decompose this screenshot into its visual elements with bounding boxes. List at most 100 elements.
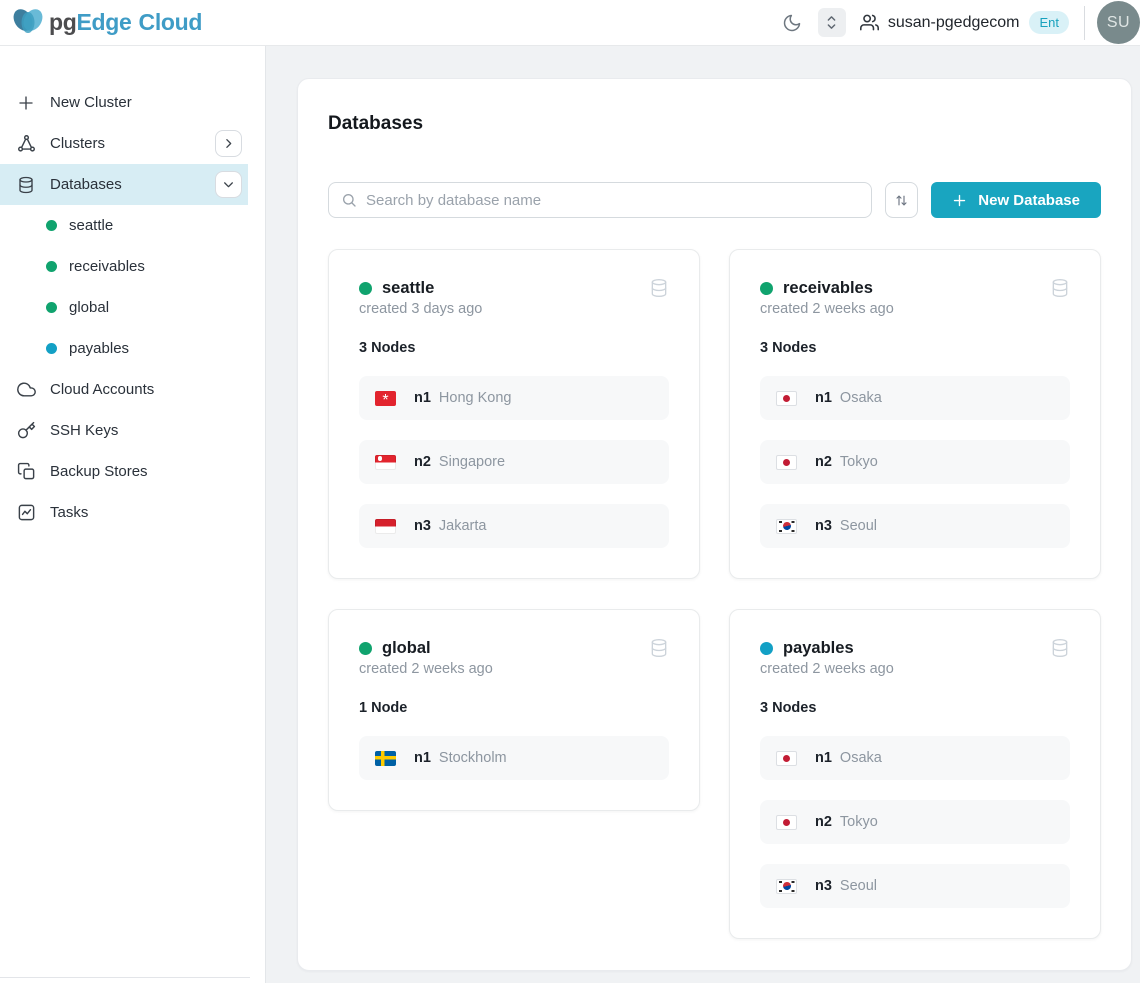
new-database-label: New Database	[978, 192, 1080, 209]
cluster-nodes-icon	[16, 134, 36, 153]
node-id: n2	[414, 454, 431, 470]
node-row[interactable]: n1 Osaka	[760, 376, 1070, 420]
database-card-receivables[interactable]: receivables created 2 weeks ago 3 Nodes …	[729, 249, 1101, 579]
sidebar-item-cloud-accounts[interactable]: Cloud Accounts	[0, 369, 248, 410]
node-row[interactable]: n3 Jakarta	[359, 504, 669, 548]
sort-button[interactable]	[885, 182, 918, 218]
status-dot	[46, 343, 57, 354]
header-controls: susan-pgedgecom Ent SU	[778, 1, 1140, 44]
sidebar-item-label: receivables	[69, 258, 145, 275]
created-label: created 2 weeks ago	[760, 661, 1070, 677]
page-title: Databases	[328, 113, 1101, 135]
sidebar-item-clusters[interactable]: Clusters	[0, 123, 248, 164]
new-database-button[interactable]: New Database	[931, 182, 1101, 218]
activity-icon	[16, 503, 36, 522]
search-icon	[341, 192, 357, 208]
status-dot	[359, 282, 372, 295]
sidebar-item-new-cluster[interactable]: New Cluster	[0, 82, 248, 123]
logo-text: pgEdgeCloud	[49, 9, 202, 36]
top-bar: pgEdgeCloud susan-pgedgecom Ent SU	[0, 0, 1140, 46]
node-row[interactable]: n2 Singapore	[359, 440, 669, 484]
node-city: Osaka	[840, 750, 882, 766]
flag-icon	[776, 519, 797, 534]
sidebar-item-ssh-keys[interactable]: SSH Keys	[0, 410, 248, 451]
database-card-global[interactable]: global created 2 weeks ago 1 Node n1 Sto…	[328, 609, 700, 811]
sidebar-item-backup-stores[interactable]: Backup Stores	[0, 451, 248, 492]
databases-collapse-button[interactable]	[215, 171, 242, 198]
node-city: Stockholm	[439, 750, 507, 766]
sidebar-item-label: Backup Stores	[50, 463, 148, 480]
node-city: Jakarta	[439, 518, 487, 534]
plus-icon	[16, 94, 36, 112]
clusters-expand-button[interactable]	[215, 130, 242, 157]
node-city: Seoul	[840, 518, 877, 534]
search-input[interactable]	[366, 192, 859, 209]
sidebar-item-db-payables[interactable]: payables	[0, 328, 265, 369]
dark-mode-toggle[interactable]	[778, 9, 806, 37]
copy-icon	[16, 462, 36, 481]
flag-icon	[776, 815, 797, 830]
avatar[interactable]: SU	[1097, 1, 1140, 44]
key-icon	[16, 421, 36, 440]
database-icon	[649, 638, 669, 658]
flag-icon	[776, 751, 797, 766]
node-row[interactable]: n1 Hong Kong	[359, 376, 669, 420]
node-id: n3	[815, 518, 832, 534]
pgedge-logo[interactable]: pgEdgeCloud	[10, 6, 202, 40]
sidebar-item-label: payables	[69, 340, 129, 357]
moon-icon	[782, 13, 802, 33]
sidebar-item-label: New Cluster	[50, 94, 132, 111]
database-name: seattle	[382, 279, 434, 298]
node-id: n3	[815, 878, 832, 894]
flag-icon	[375, 455, 396, 470]
database-icon	[1050, 638, 1070, 658]
node-id: n2	[815, 814, 832, 830]
node-id: n1	[414, 390, 431, 406]
nodes-count-label: 3 Nodes	[760, 340, 1070, 356]
node-row[interactable]: n3 Seoul	[760, 504, 1070, 548]
nodes-count-label: 1 Node	[359, 700, 669, 716]
created-label: created 2 weeks ago	[760, 301, 1070, 317]
databases-panel: Databases New Databas	[297, 78, 1132, 971]
header-divider	[1084, 6, 1085, 40]
database-cards-grid: seattle created 3 days ago 3 Nodes n1 Ho…	[328, 249, 1101, 939]
node-row[interactable]: n3 Seoul	[760, 864, 1070, 908]
pgedge-heart-icon	[10, 6, 46, 40]
node-id: n3	[414, 518, 431, 534]
node-id: n1	[815, 390, 832, 406]
sidebar-item-label: SSH Keys	[50, 422, 118, 439]
database-card-seattle[interactable]: seattle created 3 days ago 3 Nodes n1 Ho…	[328, 249, 700, 579]
node-row[interactable]: n2 Tokyo	[760, 800, 1070, 844]
org-switcher-button[interactable]	[818, 8, 846, 37]
node-row[interactable]: n2 Tokyo	[760, 440, 1070, 484]
cloud-icon	[16, 380, 36, 399]
sidebar-item-label: Cloud Accounts	[50, 381, 154, 398]
node-city: Tokyo	[840, 454, 878, 470]
created-label: created 3 days ago	[359, 301, 669, 317]
chevron-right-icon	[222, 137, 235, 150]
plus-icon	[952, 193, 967, 208]
database-card-payables[interactable]: payables created 2 weeks ago 3 Nodes n1 …	[729, 609, 1101, 939]
plan-badge: Ent	[1029, 11, 1069, 34]
status-dot	[46, 261, 57, 272]
chevrons-up-down-icon	[824, 14, 839, 31]
sidebar-item-db-receivables[interactable]: receivables	[0, 246, 265, 287]
flag-icon	[375, 519, 396, 534]
status-dot	[760, 642, 773, 655]
node-row[interactable]: n1 Osaka	[760, 736, 1070, 780]
sidebar-item-tasks[interactable]: Tasks	[0, 492, 248, 533]
sidebar-item-databases[interactable]: Databases	[0, 164, 248, 205]
created-label: created 2 weeks ago	[359, 661, 669, 677]
node-city: Singapore	[439, 454, 505, 470]
node-city: Hong Kong	[439, 390, 512, 406]
nodes-count-label: 3 Nodes	[359, 340, 669, 356]
sidebar-item-db-global[interactable]: global	[0, 287, 265, 328]
database-name: receivables	[783, 279, 873, 298]
account-menu[interactable]: susan-pgedgecom	[860, 13, 1020, 32]
node-row[interactable]: n1 Stockholm	[359, 736, 669, 780]
database-name: payables	[783, 639, 854, 658]
node-city: Tokyo	[840, 814, 878, 830]
node-city: Osaka	[840, 390, 882, 406]
toolbar: New Database	[328, 182, 1101, 218]
sidebar-item-db-seattle[interactable]: seattle	[0, 205, 265, 246]
